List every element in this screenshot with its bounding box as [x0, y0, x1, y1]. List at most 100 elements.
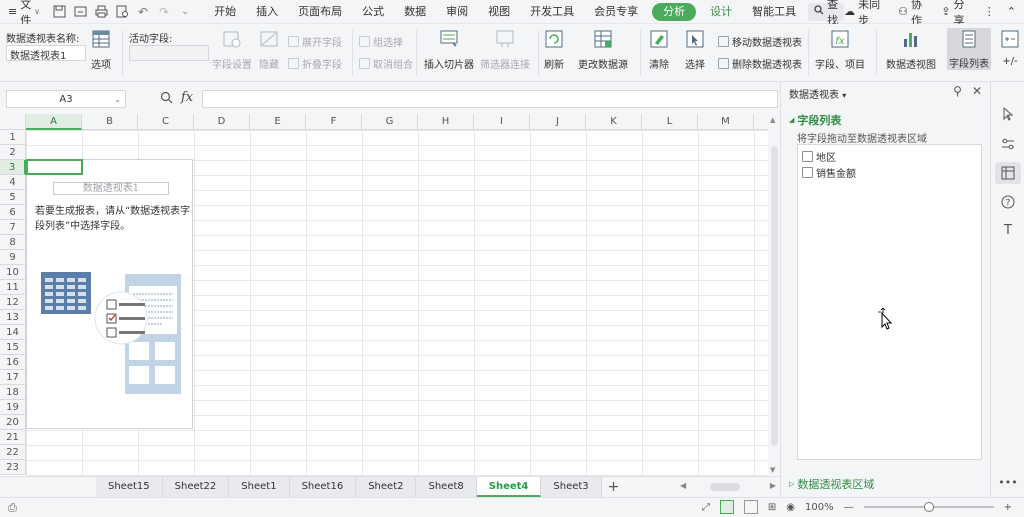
column-header[interactable]: F [306, 114, 362, 130]
row-header[interactable]: 3 [0, 160, 26, 175]
column-header[interactable]: G [362, 114, 418, 130]
column-header[interactable]: C [138, 114, 194, 130]
column-header[interactable]: I [474, 114, 530, 130]
menu-tab[interactable]: 会员专享 [584, 0, 648, 24]
row-header[interactable]: 1 [0, 130, 26, 145]
menu-tab[interactable]: 审阅 [436, 0, 478, 24]
filter-connection-button[interactable]: 筛选器连接 [480, 28, 530, 71]
row-header[interactable]: 23 [0, 460, 26, 475]
collapse-ribbon-icon[interactable]: ⌃ [1007, 5, 1016, 18]
field-list-box[interactable]: 地区 销售金额 [797, 144, 982, 460]
scroll-right-icon[interactable]: ▶ [770, 481, 776, 490]
column-header[interactable]: L [642, 114, 698, 130]
delete-pivot-button[interactable]: 删除数据透视表 [718, 56, 802, 71]
spreadsheet-grid[interactable]: ABCDEFGHIJKLM 1 2 3 4 5 6 7 8 9 10 11 12 13 14 15 16 17 1… [0, 114, 768, 476]
save-icon[interactable] [52, 5, 66, 19]
move-pivot-button[interactable]: 移动数据透视表 [718, 34, 802, 49]
plus-minus-button[interactable]: +/- [996, 28, 1024, 67]
select-button[interactable]: 选择 [684, 28, 706, 71]
sheet-tab[interactable]: Sheet4 [476, 477, 542, 497]
print-icon[interactable] [94, 5, 108, 19]
horizontal-scroll-thumb[interactable] [710, 483, 740, 491]
row-header[interactable]: 4 [0, 175, 26, 190]
text-format-icon[interactable]: T [1000, 222, 1016, 238]
menu-tab[interactable]: 视图 [478, 0, 520, 24]
formula-input[interactable] [202, 90, 778, 108]
menu-tab[interactable]: 智能工具 [742, 0, 806, 24]
scroll-down-icon[interactable]: ▼ [770, 466, 775, 474]
row-header[interactable]: 13 [0, 310, 26, 325]
sheet-tab[interactable]: Sheet1 [229, 477, 290, 497]
menu-tab[interactable]: 开发工具 [520, 0, 584, 24]
field-item-button[interactable]: fx 字段、项目 [815, 28, 865, 71]
select-all-corner[interactable] [0, 114, 26, 130]
menu-tab[interactable]: 数据 [394, 0, 436, 24]
chevron-down-icon[interactable]: ⌄ [114, 95, 121, 104]
sheet-tab[interactable]: Sheet15 [96, 477, 163, 497]
column-header[interactable]: H [418, 114, 474, 130]
change-source-button[interactable]: 更改数据源 [578, 28, 628, 71]
zoom-search-icon[interactable] [160, 91, 173, 108]
normal-view-icon[interactable] [719, 500, 734, 514]
row-header[interactable]: 7 [0, 220, 26, 235]
sheet-tab[interactable]: Sheet16 [289, 477, 357, 497]
row-header[interactable]: 5 [0, 190, 26, 205]
pivot-name-input[interactable]: 数据透视表1 [6, 45, 86, 62]
macro-record-icon[interactable]: ⎙ [8, 501, 17, 515]
menu-tab[interactable]: 分析 [652, 2, 697, 21]
fx-icon[interactable]: fx [181, 90, 193, 105]
collapse-field-button[interactable]: 折叠字段 [288, 56, 342, 71]
name-box[interactable]: A3 ⌄ [6, 90, 126, 108]
zoom-slider[interactable] [863, 502, 994, 512]
zoom-out-icon[interactable]: — [844, 502, 854, 513]
menu-tab[interactable]: 页面布局 [288, 0, 352, 24]
row-header[interactable]: 17 [0, 370, 26, 385]
search-box[interactable]: 查找 [808, 0, 845, 27]
field-item[interactable]: 地区 [802, 149, 836, 164]
refresh-button[interactable]: 刷新 [543, 28, 565, 71]
zoom-level[interactable]: 100% [805, 502, 834, 513]
row-header[interactable]: 2 [0, 145, 26, 160]
clear-button[interactable]: 清除 [648, 28, 670, 71]
insert-slicer-button[interactable]: 插入切片器 [424, 28, 474, 71]
field-item[interactable]: 销售金额 [802, 165, 856, 180]
more-icon[interactable]: ⋮ [984, 5, 995, 18]
close-icon[interactable]: ✕ [972, 84, 982, 98]
row-header[interactable]: 21 [0, 430, 26, 445]
row-header[interactable]: 22 [0, 445, 26, 460]
hide-button[interactable]: 隐藏 [258, 28, 280, 71]
scroll-up-icon[interactable]: ▲ [770, 116, 775, 124]
pointer-icon[interactable] [1000, 106, 1016, 122]
column-header[interactable]: E [250, 114, 306, 130]
menu-tab[interactable]: 开始 [204, 0, 246, 24]
row-header[interactable]: 18 [0, 385, 26, 400]
eye-protect-icon[interactable]: ◉ [786, 502, 795, 513]
help-icon[interactable]: ? [1000, 194, 1016, 210]
page-layout-icon[interactable] [743, 500, 758, 514]
row-header[interactable]: 20 [0, 415, 26, 430]
pivot-placeholder[interactable]: 数据透视表1 若要生成报表，请从“数据透视表字段列表”中选择字段。 [26, 159, 193, 429]
row-header[interactable]: 8 [0, 235, 26, 250]
redo-icon[interactable]: ↷ [157, 5, 171, 19]
field-list-button[interactable]: 字段列表 [947, 28, 991, 70]
pane-title[interactable]: 数据透视表 ▾ [789, 86, 846, 101]
row-header[interactable]: 11 [0, 280, 26, 295]
row-header[interactable]: 14 [0, 325, 26, 340]
column-header[interactable]: J [530, 114, 586, 130]
ungroup-button[interactable]: 取消组合 [359, 56, 413, 71]
menu-tab[interactable]: 设计 [700, 0, 742, 24]
export-icon[interactable] [73, 5, 87, 19]
more-options-icon[interactable]: ••• [998, 474, 1017, 490]
vertical-scroll-thumb[interactable] [771, 146, 778, 446]
fullscreen-icon[interactable]: ⤢ [702, 502, 710, 513]
file-menu[interactable]: ≡ 文件 ∨ [0, 0, 48, 27]
sheet-tab[interactable]: Sheet8 [416, 477, 477, 497]
column-header[interactable]: K [586, 114, 642, 130]
pivot-chart-button[interactable]: 数据透视图 [886, 28, 936, 71]
expand-field-button[interactable]: 展开字段 [288, 34, 342, 49]
add-sheet-icon[interactable]: + [608, 477, 620, 497]
column-header[interactable]: A [26, 114, 82, 130]
row-header[interactable]: 16 [0, 355, 26, 370]
zoom-slider-knob[interactable] [923, 502, 934, 512]
active-field-input[interactable] [129, 45, 209, 61]
